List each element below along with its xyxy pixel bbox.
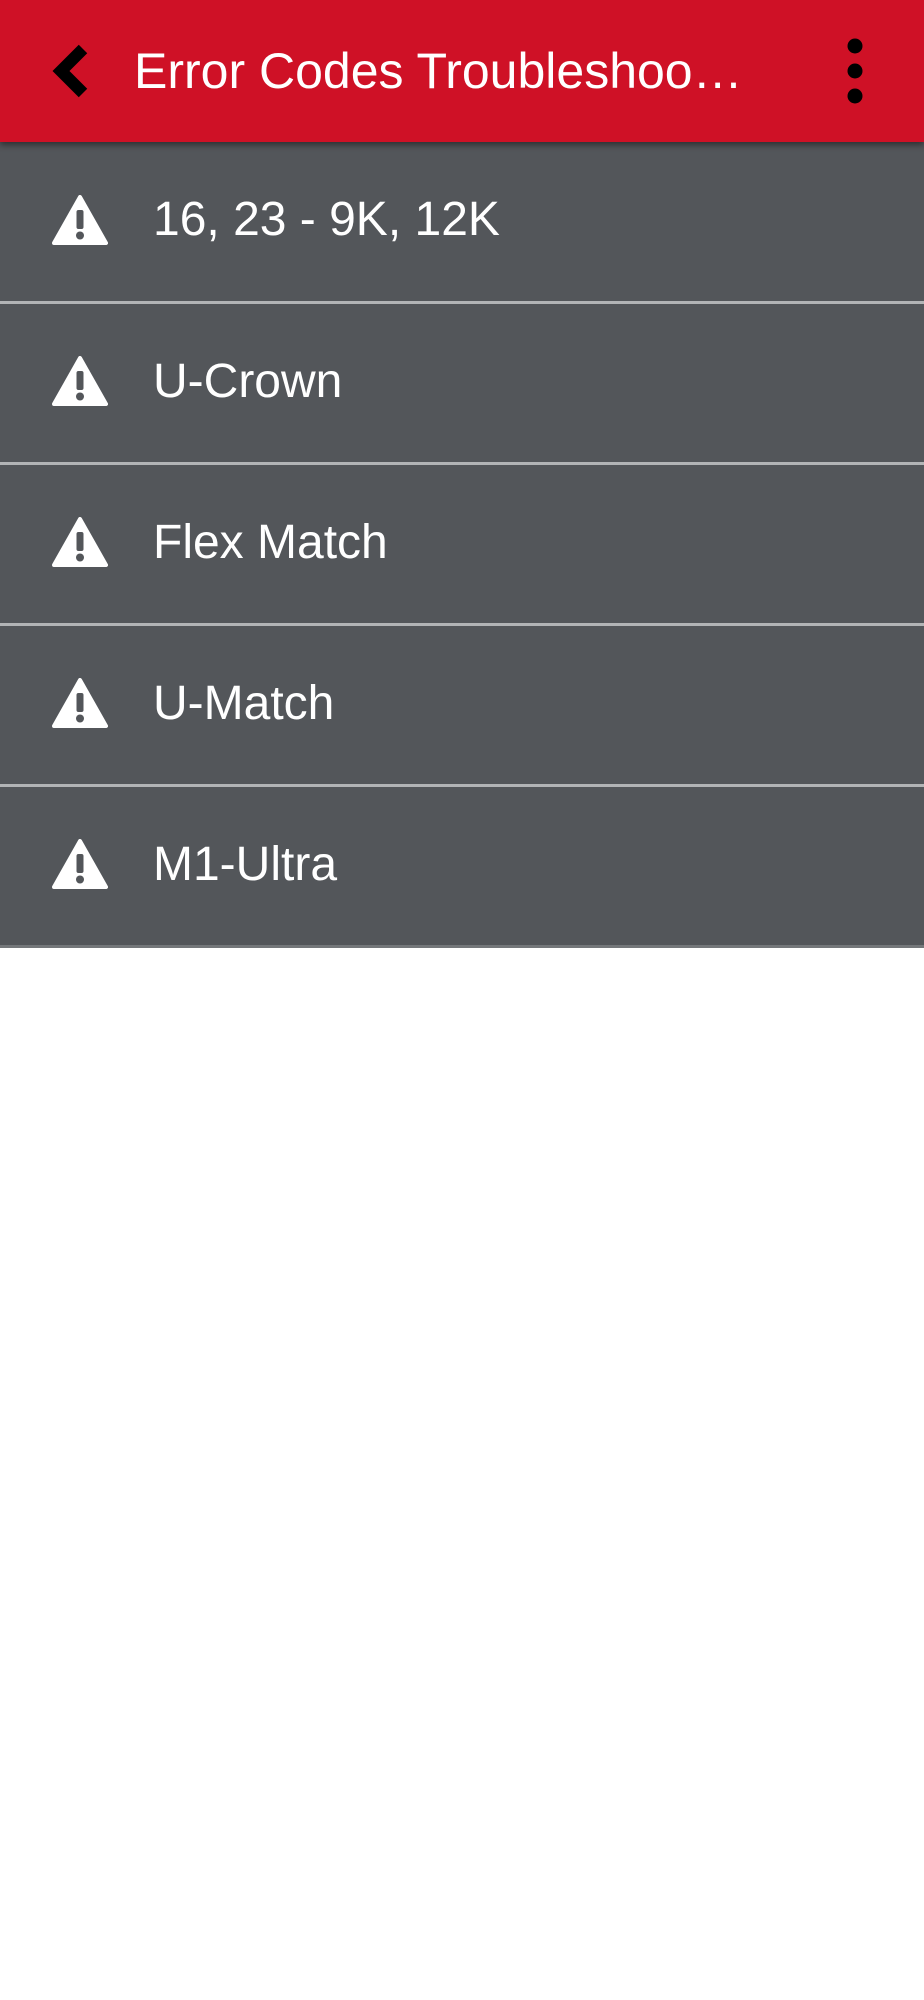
list-item-label: Flex Match bbox=[153, 515, 388, 569]
chevron-left-icon bbox=[52, 44, 88, 98]
more-options-button[interactable] bbox=[820, 30, 890, 112]
list-item-label: 16, 23 - 9K, 12K bbox=[153, 193, 500, 246]
list-item-label: U-Match bbox=[153, 676, 335, 730]
list-item-label: M1-Ultra bbox=[153, 837, 338, 891]
list-item[interactable]: 16, 23 - 9K, 12K bbox=[0, 142, 924, 304]
list-item-label: U-Crown bbox=[153, 354, 343, 408]
warning-triangle-icon bbox=[52, 194, 108, 245]
list-item[interactable]: U-Crown bbox=[0, 304, 924, 465]
list-item[interactable]: Flex Match bbox=[0, 465, 924, 626]
list-item[interactable]: M1-Ultra bbox=[0, 787, 924, 948]
warning-triangle-icon bbox=[52, 356, 108, 406]
warning-triangle-icon bbox=[52, 517, 108, 567]
error-code-list: 16, 23 - 9K, 12K U-Crown Flex Match U-Ma… bbox=[0, 142, 924, 948]
warning-triangle-icon bbox=[52, 678, 108, 728]
list-item[interactable]: U-Match bbox=[0, 626, 924, 787]
warning-triangle-icon bbox=[52, 839, 108, 889]
page-title: Error Codes Troubleshoo… bbox=[134, 43, 743, 99]
more-vertical-icon bbox=[847, 38, 863, 104]
app-bar: Error Codes Troubleshoo… bbox=[0, 0, 924, 142]
back-button[interactable] bbox=[30, 30, 112, 112]
